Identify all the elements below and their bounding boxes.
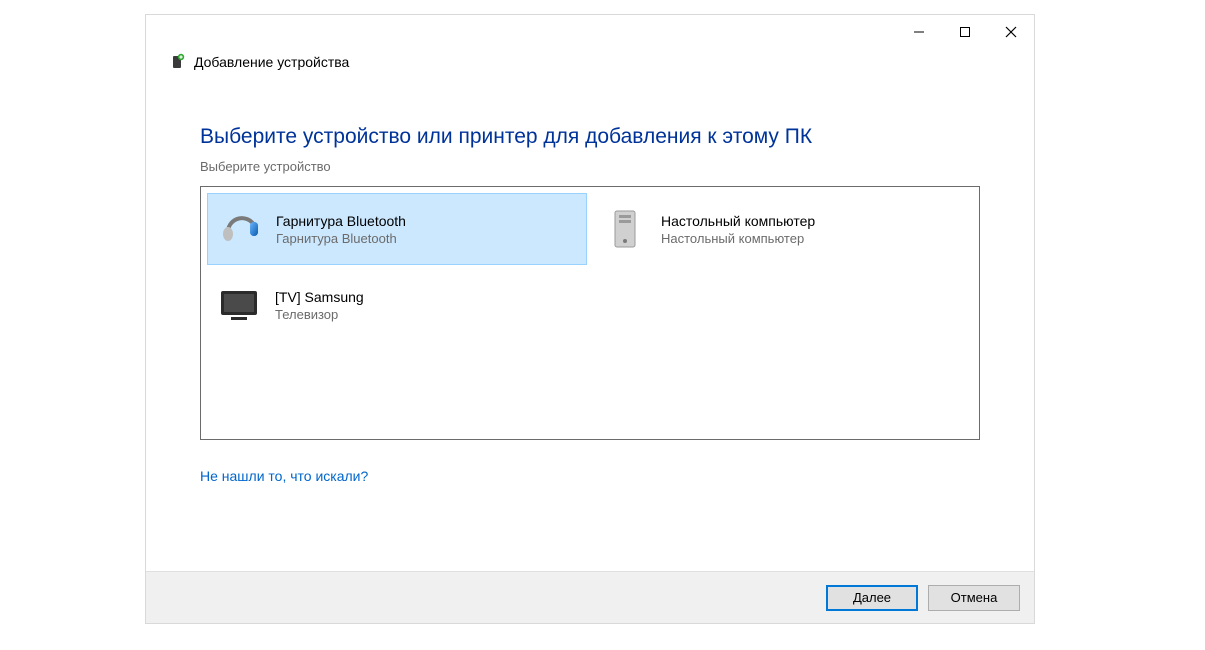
device-name: Гарнитура Bluetooth [276, 213, 406, 229]
dialog-header: Добавление устройства [146, 49, 1034, 77]
tv-icon [215, 281, 263, 329]
device-name: Настольный компьютер [661, 213, 815, 229]
device-type: Гарнитура Bluetooth [276, 231, 406, 246]
add-device-dialog: Добавление устройства Выберите устройств… [145, 14, 1035, 624]
device-name: [TV] Samsung [275, 289, 364, 305]
device-item-tv[interactable]: [TV] Samsung Телевизор [207, 269, 587, 341]
maximize-button[interactable] [942, 16, 988, 48]
sub-heading: Выберите устройство [200, 159, 980, 174]
main-heading: Выберите устройство или принтер для доба… [200, 125, 980, 149]
cancel-button[interactable]: Отмена [928, 585, 1020, 611]
help-link[interactable]: Не нашли то, что искали? [200, 468, 368, 484]
device-list: Гарнитура Bluetooth Гарнитура Bluetooth … [200, 186, 980, 440]
next-button[interactable]: Далее [826, 585, 918, 611]
titlebar [146, 15, 1034, 49]
minimize-button[interactable] [896, 16, 942, 48]
device-item-desktop[interactable]: Настольный компьютер Настольный компьюте… [593, 193, 973, 265]
dialog-footer: Далее Отмена [146, 571, 1034, 623]
dialog-title: Добавление устройства [194, 54, 349, 70]
device-item-bluetooth-headset[interactable]: Гарнитура Bluetooth Гарнитура Bluetooth [207, 193, 587, 265]
add-device-icon [168, 53, 186, 71]
dialog-content: Выберите устройство или принтер для доба… [146, 77, 1034, 571]
desktop-icon [601, 205, 649, 253]
headset-icon [216, 205, 264, 253]
close-button[interactable] [988, 16, 1034, 48]
device-type: Телевизор [275, 307, 364, 322]
device-type: Настольный компьютер [661, 231, 815, 246]
